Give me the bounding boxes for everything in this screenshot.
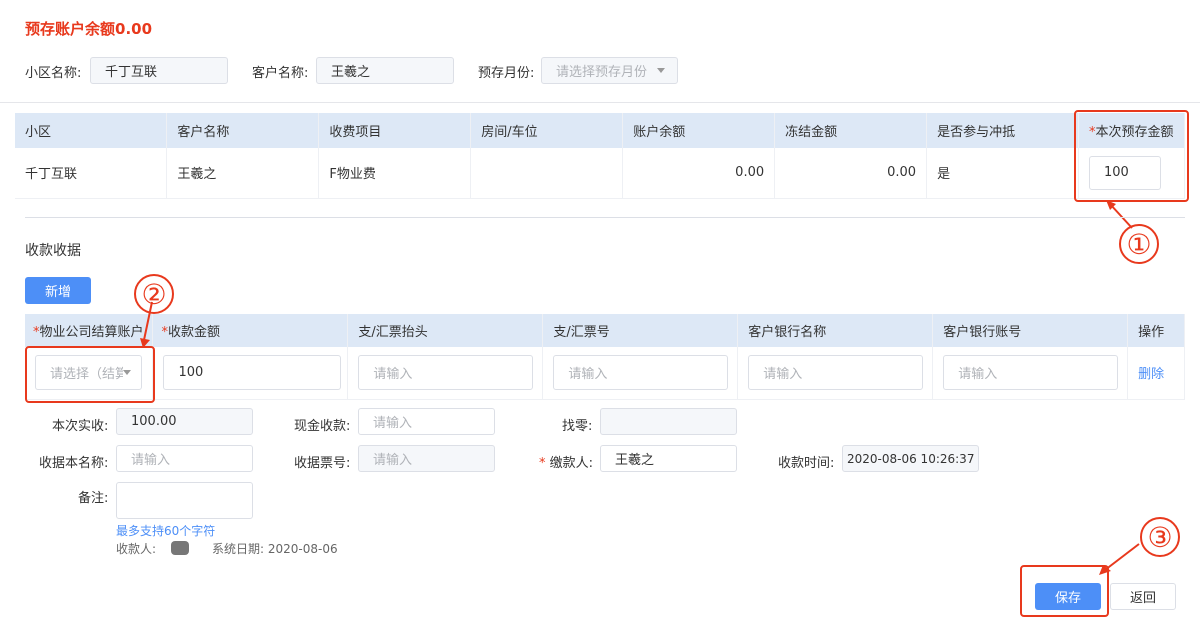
highlight-box-1	[1074, 110, 1189, 202]
receipt-name-input[interactable]: 请输入	[116, 445, 253, 472]
back-button[interactable]: 返回	[1110, 583, 1176, 610]
receipt-amount-input[interactable]: 100	[163, 355, 342, 391]
time-label: 收款时间:	[778, 456, 835, 471]
save-button[interactable]: 保存	[1035, 583, 1101, 610]
check-no-input[interactable]: 请输入	[553, 355, 729, 391]
remark-label: 备注:	[78, 491, 109, 506]
col-check-title: 支/汇票抬头	[347, 314, 544, 347]
customer-label: 客户名称:	[252, 66, 309, 81]
payer-input[interactable]: 王羲之	[600, 445, 737, 472]
delete-link[interactable]: 删除	[1138, 367, 1164, 382]
col-check-no: 支/汇票号	[542, 314, 739, 347]
col-offset: 是否参与冲抵	[926, 113, 1079, 148]
col-account: *物业公司结算账户	[25, 314, 154, 347]
actual-label: 本次实收:	[52, 419, 109, 434]
receipt-name-label: 收据本名称:	[39, 456, 109, 471]
col-bank-name: 客户银行名称	[737, 314, 934, 347]
annotation-2: ②	[134, 274, 174, 314]
collector-avatar	[171, 541, 189, 555]
table-row: 千丁互联 王羲之 F物业费 0.00 0.00 是 100	[15, 148, 1186, 199]
receipt-no-label: 收据票号:	[294, 456, 351, 471]
cell-check-title: 请输入	[347, 347, 544, 400]
remark-hint: 最多支持60个字符	[116, 524, 216, 538]
col-bank-account: 客户银行账号	[932, 314, 1129, 347]
collector-label: 收款人:	[116, 542, 157, 556]
chevron-down-icon	[657, 68, 665, 73]
cell-check-no: 请输入	[542, 347, 739, 400]
col-community: 小区	[15, 113, 168, 148]
highlight-box-2	[25, 346, 155, 403]
table-header: 小区 客户名称 收费项目 房间/车位 账户余额 冻结金额 是否参与冲抵 *本次预…	[15, 113, 1186, 148]
cash-input[interactable]: 请输入	[358, 408, 495, 435]
time-field: 2020-08-06 10:26:37	[842, 445, 979, 472]
cell-receipt-amount: 100	[152, 347, 349, 400]
bank-account-input[interactable]: 请输入	[943, 355, 1119, 391]
col-receipt-amount: *收款金额	[152, 314, 349, 347]
cell-item: F物业费	[318, 148, 472, 199]
cell-frozen: 0.00	[774, 148, 928, 199]
col-room: 房间/车位	[470, 113, 624, 148]
cell-actions: 删除	[1127, 347, 1185, 400]
col-customer: 客户名称	[166, 113, 320, 148]
cell-community: 千丁互联	[15, 148, 168, 199]
month-select[interactable]: 请选择预存月份	[541, 57, 678, 84]
receipt-no-field: 请输入	[358, 445, 495, 472]
cell-balance: 0.00	[622, 148, 776, 199]
deposit-table: 小区 客户名称 收费项目 房间/车位 账户余额 冻结金额 是否参与冲抵 *本次预…	[15, 113, 1186, 199]
change-field	[600, 408, 737, 435]
cell-customer: 王羲之	[166, 148, 320, 199]
payer-label: * 缴款人:	[539, 456, 594, 471]
col-actions: 操作	[1127, 314, 1185, 347]
table-row: 请选择（结算 100 请输入 请输入 请输入 请输入 删除	[25, 347, 1185, 400]
actual-field: 100.00	[116, 408, 253, 435]
cell-bank-name: 请输入	[737, 347, 934, 400]
receipt-table: *物业公司结算账户 *收款金额 支/汇票抬头 支/汇票号 客户银行名称 客户银行…	[25, 314, 1185, 400]
community-label: 小区名称:	[25, 66, 82, 81]
col-item: 收费项目	[318, 113, 472, 148]
divider	[0, 102, 1200, 103]
customer-field: 王羲之	[316, 57, 454, 84]
system-date: 系统日期: 2020-08-06	[212, 542, 338, 556]
month-label: 预存月份:	[478, 66, 535, 81]
remark-textarea[interactable]	[116, 482, 253, 519]
cash-label: 现金收款:	[294, 419, 351, 434]
community-field: 千丁互联	[90, 57, 228, 84]
table-header: *物业公司结算账户 *收款金额 支/汇票抬头 支/汇票号 客户银行名称 客户银行…	[25, 314, 1185, 347]
col-frozen: 冻结金额	[774, 113, 928, 148]
cell-offset: 是	[926, 148, 1079, 199]
arrow-3	[1099, 543, 1140, 575]
check-title-input[interactable]: 请输入	[358, 355, 534, 391]
cell-bank-account: 请输入	[932, 347, 1129, 400]
add-button[interactable]: 新增	[25, 277, 91, 304]
divider-2	[25, 217, 1185, 218]
annotation-1: ①	[1119, 224, 1159, 264]
section-title: 收款收据	[25, 243, 81, 259]
annotation-3: ③	[1140, 517, 1180, 557]
col-balance: 账户余额	[622, 113, 776, 148]
change-label: 找零:	[562, 419, 593, 434]
bank-name-input[interactable]: 请输入	[748, 355, 924, 391]
balance-title: 预存账户余额0.00	[25, 20, 153, 38]
cell-room	[470, 148, 624, 199]
